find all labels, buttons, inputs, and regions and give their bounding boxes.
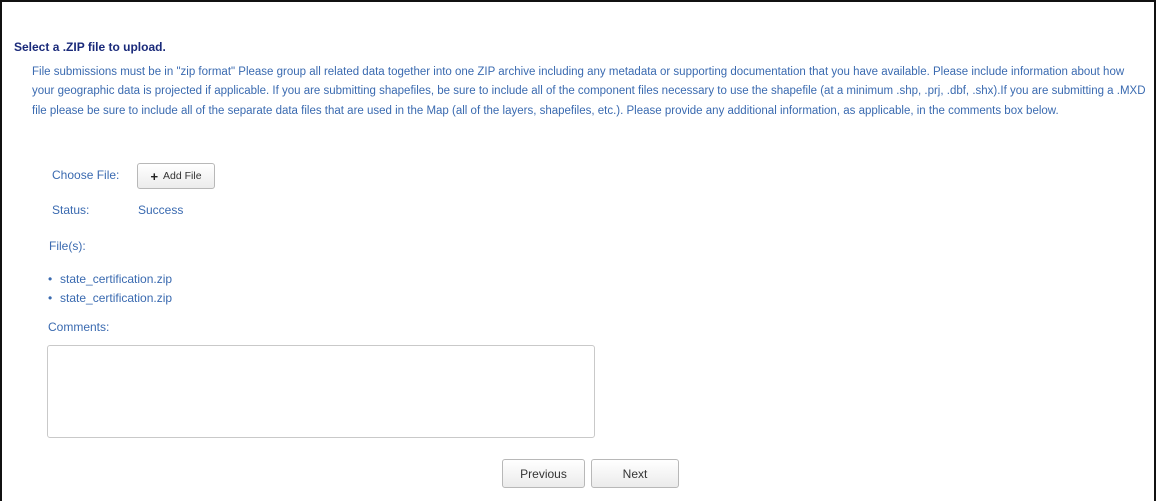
upload-panel: Select a .ZIP file to upload. File submi… xyxy=(0,0,1156,501)
file-list-item: • state_certification.zip xyxy=(48,289,172,308)
next-button[interactable]: Next xyxy=(591,459,679,488)
bullet-icon: • xyxy=(48,291,53,305)
upload-instructions: File submissions must be in "zip format"… xyxy=(32,66,1146,117)
bullet-icon: • xyxy=(48,272,53,286)
file-name: state_certification.zip xyxy=(60,272,173,286)
comments-label: Comments: xyxy=(48,320,110,334)
file-list-item: • state_certification.zip xyxy=(48,270,172,289)
add-file-button-label: Add File xyxy=(163,170,202,182)
upload-heading: Select a .ZIP file to upload. xyxy=(14,40,166,54)
file-name: state_certification.zip xyxy=(60,291,173,305)
plus-icon: + xyxy=(150,168,159,184)
comments-textarea[interactable] xyxy=(47,345,595,438)
choose-file-label: Choose File: xyxy=(52,168,120,182)
files-label: File(s): xyxy=(49,239,86,253)
previous-button[interactable]: Previous xyxy=(502,459,585,488)
file-list: • state_certification.zip • state_certific… xyxy=(48,270,172,308)
status-label: Status: xyxy=(52,203,90,217)
status-value: Success xyxy=(138,203,184,217)
add-file-button[interactable]: + Add File xyxy=(137,163,215,189)
